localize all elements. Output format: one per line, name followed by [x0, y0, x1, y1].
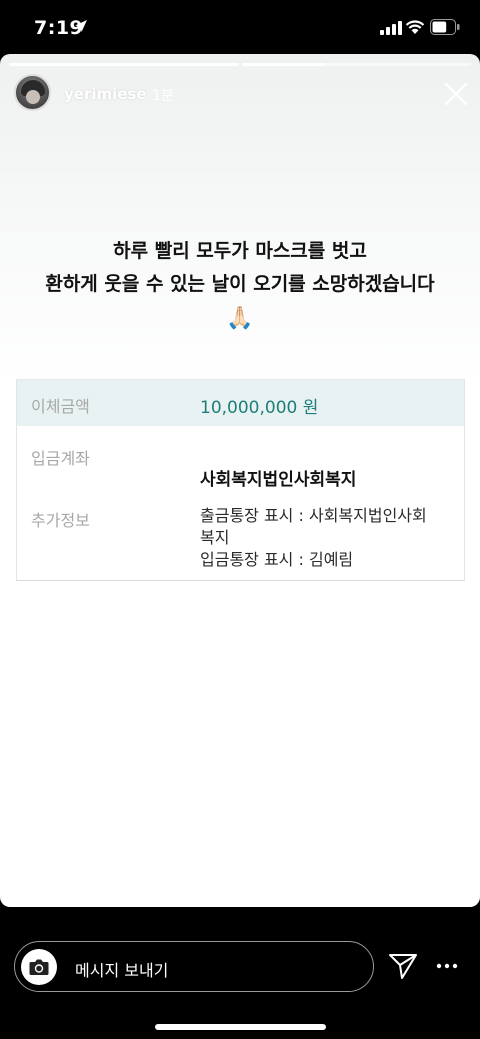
story-progress-viewed [9, 63, 239, 66]
transfer-receipt: 이체금액 10,000,000 원 입금계좌 사회복지법인사회복지 추가정보 출… [16, 379, 465, 581]
close-icon[interactable] [444, 82, 468, 106]
story-progress-fill [242, 63, 325, 66]
extra-info-line-1: 출금통장 표시 : 사회복지법인사회 [200, 506, 427, 525]
avatar[interactable] [14, 74, 51, 111]
extra-info-line-3: 입금통장 표시 : 김예림 [200, 550, 354, 569]
amount-row: 이체금액 10,000,000 원 [17, 379, 464, 426]
wifi-icon [405, 20, 425, 34]
story-progress-current [242, 63, 471, 66]
location-arrow-icon [75, 20, 87, 32]
home-indicator[interactable] [155, 1024, 326, 1030]
camera-icon [29, 959, 49, 975]
extra-info-value: 출금통장 표시 : 사회복지법인사회 복지 입금통장 표시 : 김예림 [200, 505, 465, 571]
caption-line-1: 하루 빨리 모두가 마스크를 벗고 [113, 240, 367, 262]
send-icon[interactable] [388, 952, 418, 980]
status-bar: 7:19 [0, 0, 480, 54]
story-time: 1분 [152, 88, 174, 104]
battery-icon [430, 19, 460, 35]
more-icon[interactable] [436, 959, 458, 973]
message-placeholder: 메시지 보내기 [75, 961, 169, 980]
caption-line-2: 환하게 웃을 수 있는 날이 오기를 소망하겠습니다 [45, 273, 435, 295]
camera-button[interactable] [21, 949, 57, 985]
praying-hands-emoji: 🙏🏻 [226, 306, 254, 331]
username[interactable]: yerimiese [64, 85, 147, 103]
account-label: 입금계좌 [31, 449, 90, 468]
extra-info-line-2: 복지 [200, 528, 230, 547]
amount-value: 10,000,000 원 [200, 398, 319, 418]
amount-label: 이체금액 [31, 397, 90, 416]
message-input[interactable]: 메시지 보내기 [14, 941, 374, 992]
account-value: 사회복지법인사회복지 [200, 470, 357, 490]
extra-info-label: 추가정보 [31, 511, 90, 530]
signal-icon [380, 21, 402, 35]
story-card[interactable]: yerimiese 1분 하루 빨리 모두가 마스크를 벗고 환하게 웃을 수 … [0, 54, 480, 907]
story-caption: 하루 빨리 모두가 마스크를 벗고 환하게 웃을 수 있는 날이 오기를 소망하… [0, 235, 480, 337]
